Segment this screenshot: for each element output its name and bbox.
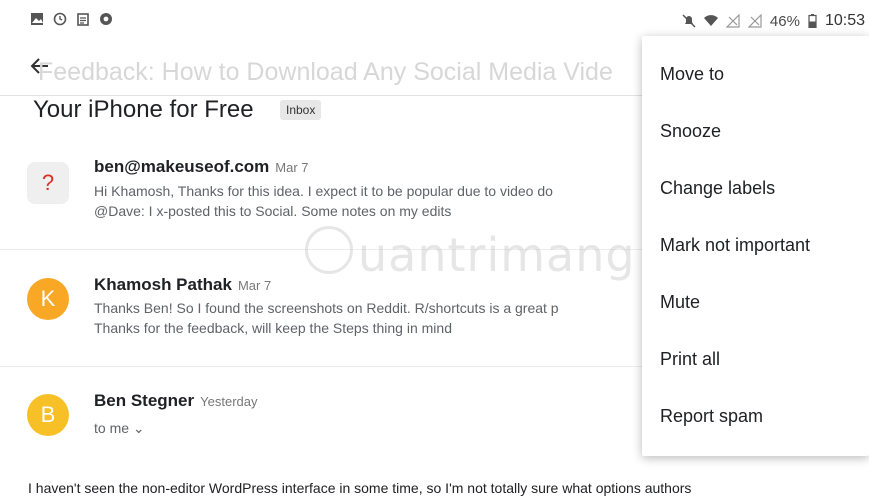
sender-name: Ben Stegner Yesterday (94, 391, 257, 411)
snippet-line: Thanks for the feedback, will keep the S… (94, 320, 452, 336)
notification-icons (30, 12, 113, 26)
sender-name: ben@makeuseof.com Mar 7 (94, 157, 309, 177)
page-title: Your iPhone for Free (33, 96, 254, 123)
signal-icon (725, 14, 740, 28)
message-date: Yesterday (200, 394, 258, 409)
chrome-icon (100, 13, 112, 25)
clipboard-icon (77, 13, 89, 26)
watermark: uantrimang (358, 228, 636, 282)
wifi-icon (703, 15, 718, 26)
clock-time: 10:53 (824, 12, 865, 29)
battery-percent: 46% (769, 12, 800, 30)
sender-label: Khamosh Pathak (94, 275, 232, 294)
clock-icon (53, 12, 67, 26)
sender-name: Khamosh Pathak Mar 7 (94, 275, 271, 295)
snippet-line: Thanks Ben! So I found the screenshots o… (94, 300, 559, 316)
signal-icon-2 (747, 14, 762, 28)
recipient-toggle[interactable]: to me ⌄ (94, 420, 145, 437)
system-status: 46% 10:53 (682, 12, 865, 30)
menu-item-change-labels[interactable]: Change labels (660, 178, 775, 199)
watermark-logo-icon (305, 226, 353, 274)
avatar: K (27, 278, 69, 320)
image-icon (31, 13, 43, 25)
message-date: Mar 7 (275, 160, 309, 175)
sender-label: Ben Stegner (94, 391, 195, 410)
menu-item-mute[interactable]: Mute (660, 292, 700, 313)
battery-icon (808, 14, 817, 28)
menu-item-move-to[interactable]: Move to (660, 64, 724, 85)
menu-item-report-spam[interactable]: Report spam (660, 406, 763, 427)
recipient-label: to me (94, 420, 130, 436)
avatar: ? (27, 162, 69, 204)
snippet-line: Hi Khamosh, Thanks for this idea. I expe… (94, 183, 553, 199)
menu-item-print-all[interactable]: Print all (660, 349, 720, 370)
toolbar-subject: Feedback: How to Download Any Social Med… (38, 58, 613, 86)
message-body: I haven't seen the non-editor WordPress … (28, 480, 692, 496)
label-chip[interactable]: Inbox (280, 100, 322, 120)
menu-item-mark-not-important[interactable]: Mark not important (660, 235, 810, 256)
sender-email: ben@makeuseof.com (94, 157, 270, 176)
avatar: B (27, 394, 69, 436)
message-date: Mar 7 (237, 278, 272, 293)
overflow-menu: Move to Snooze Change labels Mark not im… (642, 36, 869, 456)
snippet-line: @Dave: I x-posted this to Social. Some n… (94, 203, 452, 219)
menu-item-snooze[interactable]: Snooze (660, 121, 721, 142)
chevron-down-icon: ⌄ (132, 420, 145, 436)
bell-off-icon (682, 14, 696, 28)
